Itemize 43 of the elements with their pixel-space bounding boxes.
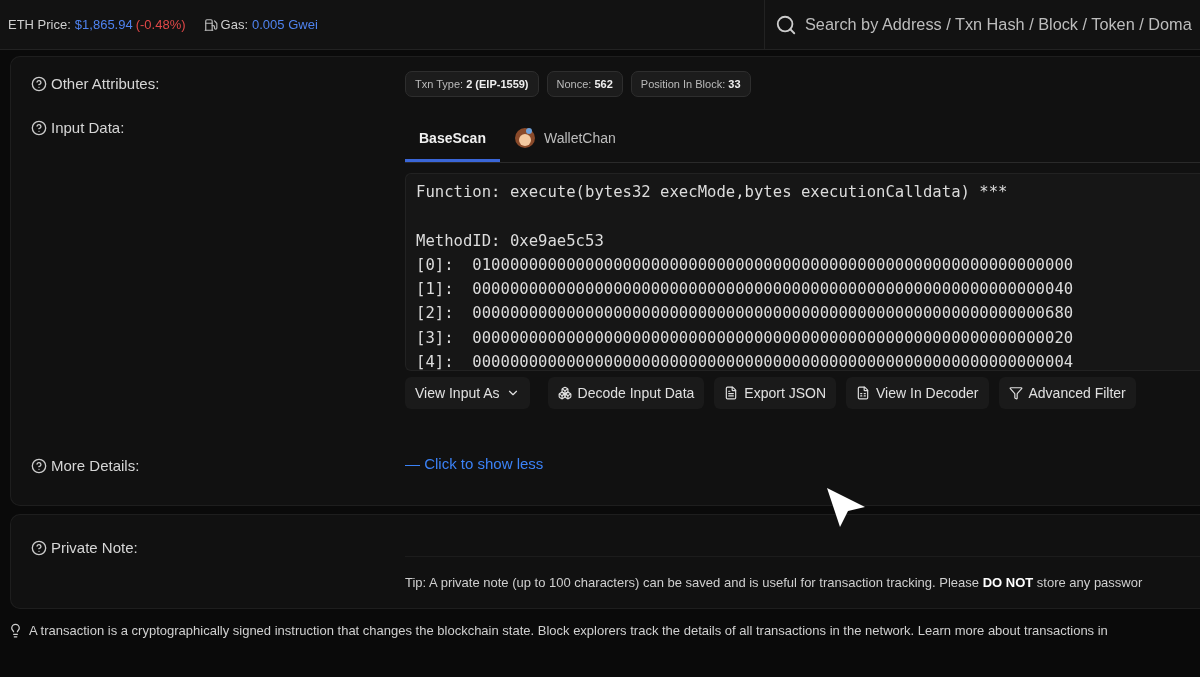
cursor-icon — [826, 487, 866, 529]
toolbar-button[interactable]: View Input As — [405, 377, 530, 409]
file-icon — [724, 386, 739, 400]
attribute-badge: Txn Type: 2 (EIP-1559) — [405, 71, 539, 97]
toolbar-button[interactable]: View In Decoder — [846, 377, 989, 409]
toolbar-button[interactable]: Advanced Filter — [998, 377, 1136, 409]
attribute-badge: Nonce: 562 — [546, 71, 623, 97]
field-label: More Details: — [51, 457, 140, 474]
lightbulb-icon — [8, 623, 23, 638]
field-label: Private Note: — [51, 539, 138, 556]
gas-pump-icon — [203, 17, 218, 32]
price-change: (-0.48%) — [135, 17, 186, 32]
sheet-icon — [856, 386, 871, 400]
tab[interactable]: BaseScan — [405, 115, 500, 162]
search-field[interactable]: Search by Address / Txn Hash / Block / Token / Doma — [764, 0, 1200, 50]
help-icon — [31, 458, 47, 474]
code-line: [4]: 0000000000000000000000000000000000000000000000000000000000000004 — [416, 353, 1074, 370]
field-label: Other Attributes: — [51, 75, 160, 92]
show-less-link[interactable]: — Click to show less — [405, 455, 544, 472]
code-line: MethodID: 0xe9ae5c53 — [416, 231, 604, 250]
eth-price: $1,865.94 — [74, 17, 133, 32]
avatar-icon — [513, 127, 536, 149]
help-icon — [31, 120, 47, 136]
help-icon — [31, 540, 47, 556]
gas-price: 0.005 Gwei — [252, 17, 318, 32]
code-line: [0]: 0100000000000000000000000000000000000000000000000000000000000000 — [416, 255, 1074, 274]
code-line: [2]: 0000000000000000000000000000000000000000000000000000000000000680 — [416, 304, 1074, 323]
tip-text: Tip: A private note (up to 100 characters) can be saved and is useful for transaction tracking. Please DO NOT store any passwor — [405, 575, 1144, 590]
search-icon — [775, 13, 797, 36]
field-label: Input Data: — [51, 119, 125, 136]
code-line: [3]: 0000000000000000000000000000000000000000000000000000000000000020 — [416, 328, 1074, 347]
eth-price-label: ETH Price: — [8, 17, 71, 32]
help-icon — [31, 76, 47, 92]
toolbar-button[interactable]: Decode Input Data — [547, 377, 705, 409]
toolbar-button[interactable]: Export JSON — [714, 377, 837, 409]
code-line: Function: execute(bytes32 execMode,bytes executionCalldata) *** — [416, 183, 1008, 201]
code-line: [1]: 0000000000000000000000000000000000000000000000000000000000000040 — [416, 280, 1074, 299]
tab[interactable]: WalletChan — [499, 115, 630, 162]
cubes-icon — [557, 386, 572, 400]
attribute-badge: Position In Block: 33 — [630, 71, 751, 97]
gas-label: Gas: — [220, 17, 248, 32]
info-text: A transaction is a cryptographically signed instruction that changes the blockchain state. Block explorers track the details of all transactions in the network. Learn more about transactions in — [29, 623, 1108, 638]
filter-icon — [1008, 386, 1023, 400]
